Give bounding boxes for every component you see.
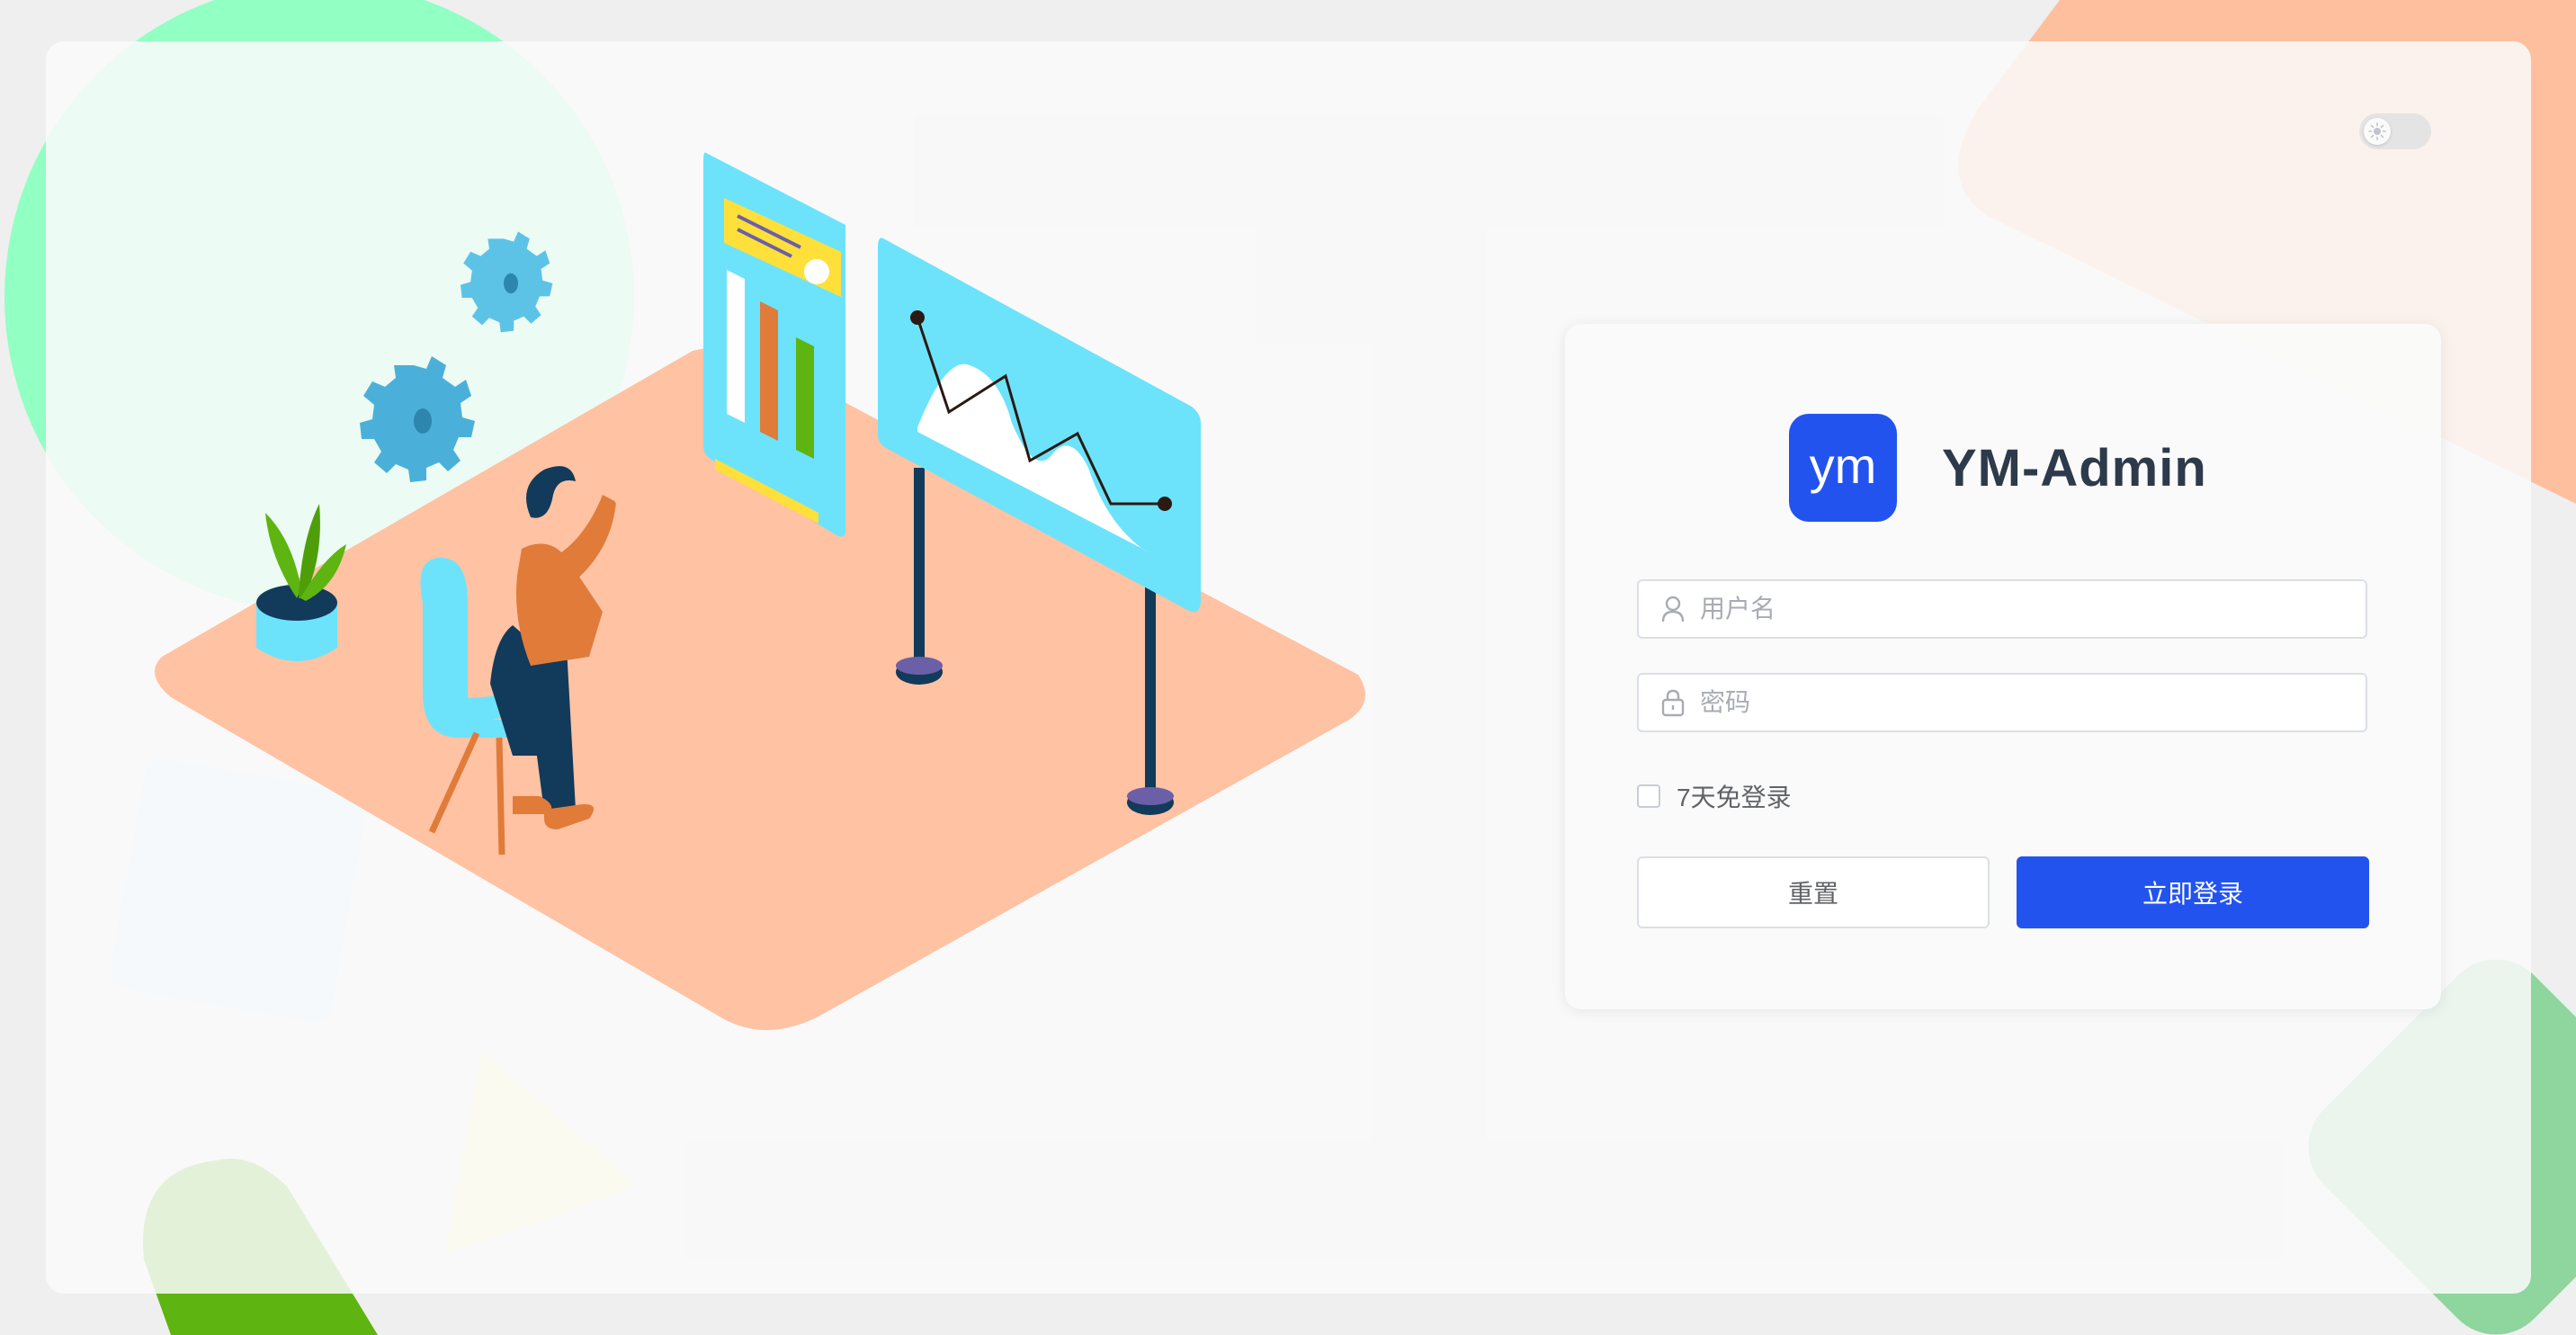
theme-toggle[interactable] <box>2359 113 2431 149</box>
user-icon <box>1657 593 1689 625</box>
password-field[interactable] <box>1637 673 2367 732</box>
remember-label: 7天免登录 <box>1677 784 1792 811</box>
reset-button[interactable]: 重置 <box>1637 856 1990 928</box>
lock-icon <box>1657 686 1689 719</box>
app-title: YM-Admin <box>1942 438 2207 497</box>
login-button[interactable]: 立即登录 <box>2017 856 2369 928</box>
username-field[interactable] <box>1637 579 2367 639</box>
login-page: ym YM-Admin 用户名 7天免登录 重置 立即登录 <box>0 0 2576 1335</box>
brand-header: ym YM-Admin <box>1789 414 2207 522</box>
remember-me[interactable]: 7天免登录 <box>1637 778 1792 814</box>
app-logo: ym <box>1789 414 1897 522</box>
sun-icon <box>2364 118 2391 145</box>
login-form: ym YM-Admin 用户名 7天免登录 重置 立即登录 <box>1565 324 2441 1009</box>
remember-checkbox[interactable] <box>1637 784 1660 808</box>
svg-text:ym: ym <box>1810 437 1877 494</box>
dashboard-illustration <box>155 152 1365 1030</box>
username-input[interactable] <box>1698 594 2366 624</box>
password-input[interactable] <box>1698 687 2366 718</box>
